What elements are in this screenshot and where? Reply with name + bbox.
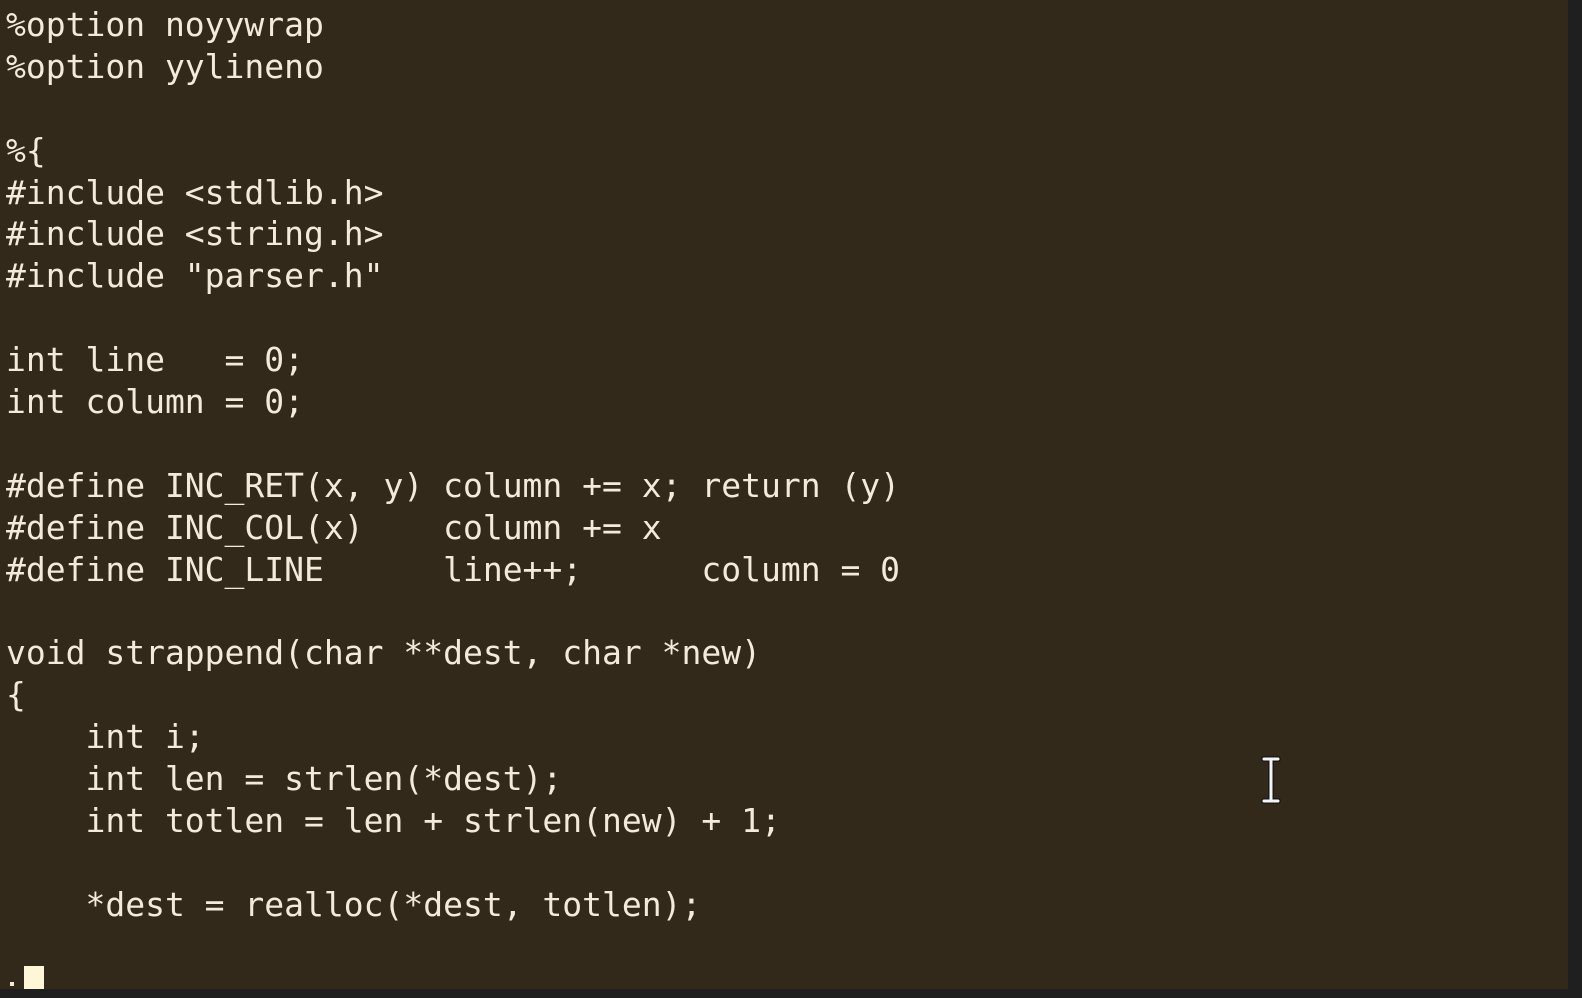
- code-line: #define INC_LINE line++; column = 0: [6, 549, 901, 589]
- code-line: int line = 0;: [6, 340, 305, 380]
- screen: %option noyywrap %option yylineno %{#inclu…: [0, 0, 1582, 998]
- cursor-prefix-mark: [10, 982, 14, 986]
- window-right-edge: [1568, 0, 1582, 998]
- code-line: #include "parser.h": [6, 256, 384, 296]
- code-line: %option yylineno: [6, 46, 324, 86]
- code-line: int totlen = len + strlen(new) + 1;: [6, 800, 781, 840]
- code-line: #define INC_COL(x) column += x: [6, 507, 662, 547]
- code-line: #include <string.h>: [6, 214, 384, 254]
- code-line: %option noyywrap: [6, 5, 324, 44]
- code-line: %{: [6, 130, 46, 170]
- text-ibeam-cursor-icon: [1261, 756, 1281, 804]
- code-line: int len = strlen(*dest);: [6, 759, 563, 799]
- code-line: #define INC_RET(x, y) column += x; retur…: [6, 465, 901, 505]
- code-line: int i;: [6, 717, 205, 757]
- code-line: {: [6, 675, 26, 715]
- text-cursor-block: [24, 966, 44, 989]
- code-line: void strappend(char **dest, char *new): [6, 633, 761, 673]
- terminal-editor[interactable]: %option noyywrap %option yylineno %{#inclu…: [0, 0, 1568, 989]
- window-bottom-edge: [0, 989, 1582, 998]
- code-area[interactable]: %option noyywrap %option yylineno %{#inclu…: [6, 4, 900, 967]
- code-line: *dest = realloc(*dest, totlen);: [6, 884, 702, 924]
- code-line: #include <stdlib.h>: [6, 172, 384, 212]
- code-line: int column = 0;: [6, 382, 305, 422]
